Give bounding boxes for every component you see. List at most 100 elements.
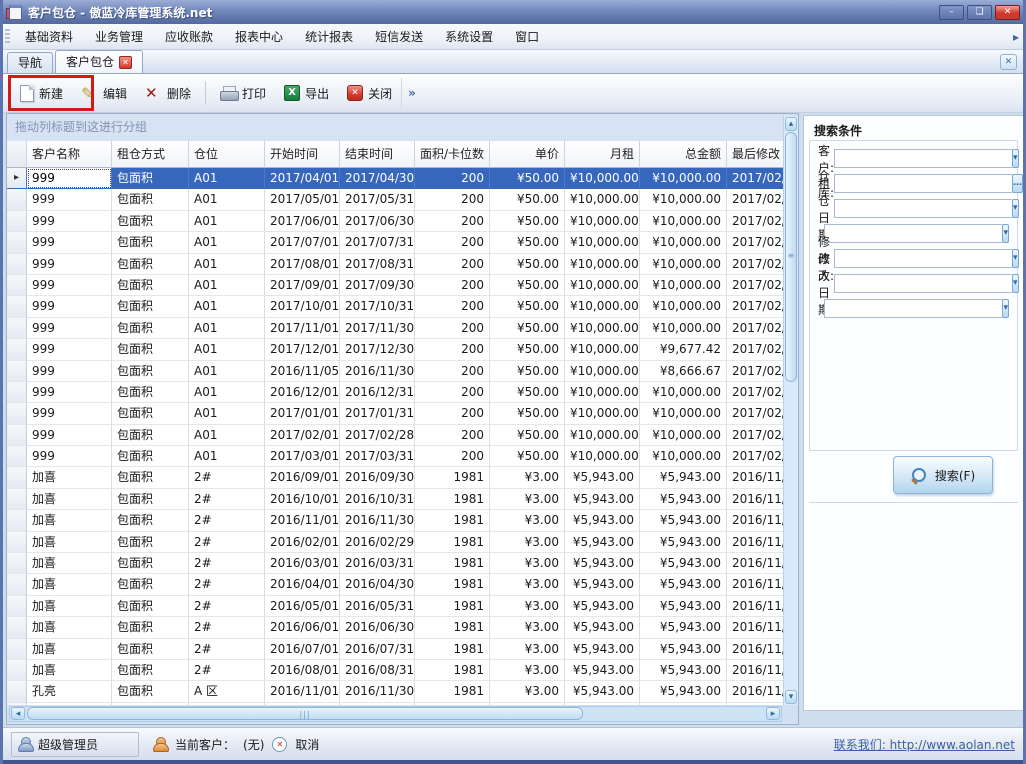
column-header-0[interactable]: 客户名称: [27, 141, 112, 168]
table-row[interactable]: 加喜包面积2#2016/11/012016/11/301981¥3.00¥5,9…: [7, 510, 783, 531]
search-field-input-2[interactable]: [834, 199, 1012, 218]
table-row[interactable]: 加喜包面积2#2016/07/012016/07/311981¥3.00¥5,9…: [7, 639, 783, 660]
table-row[interactable]: 999包面积A012017/08/012017/08/31200¥50.00¥1…: [7, 254, 783, 275]
toolbar-button-5[interactable]: ✕关闭: [338, 81, 401, 106]
table-cell: ¥5,943.00: [565, 467, 640, 488]
table-row[interactable]: 999包面积A012017/12/012017/12/30200¥50.00¥1…: [7, 339, 783, 360]
tab-1[interactable]: 客户包仓✕: [55, 50, 143, 73]
menu-item-1[interactable]: 业务管理: [84, 27, 154, 47]
dropdown-button[interactable]: ▾: [1012, 199, 1019, 218]
table-row[interactable]: 加喜包面积2#2016/03/012016/03/311981¥3.00¥5,9…: [7, 553, 783, 574]
menu-item-2[interactable]: 应收账款: [154, 27, 224, 47]
table-row[interactable]: 999包面积A012017/01/012017/01/31200¥50.00¥1…: [7, 403, 783, 424]
table-cell: 999: [27, 339, 112, 360]
close-button[interactable]: ✕: [995, 5, 1020, 20]
table-cell: 1981: [415, 681, 490, 702]
column-header-1[interactable]: 租仓方式: [112, 141, 189, 168]
search-field-input-1[interactable]: [834, 174, 1012, 193]
table-row[interactable]: 999包面积A012017/02/012017/02/28200¥50.00¥1…: [7, 425, 783, 446]
table-row[interactable]: 加喜包面积2#2016/10/012016/10/311981¥3.00¥5,9…: [7, 489, 783, 510]
table-row[interactable]: 999包面积A012017/09/012017/09/30200¥50.00¥1…: [7, 275, 783, 296]
toolbar-button-1[interactable]: ✎编辑: [72, 81, 136, 106]
table-cell: ¥10,000.00: [565, 403, 640, 424]
dropdown-button[interactable]: ▾: [1002, 299, 1009, 318]
table-cell: 2016/03/31: [340, 553, 415, 574]
panel-close-icon[interactable]: ✕: [1000, 54, 1017, 70]
group-by-panel[interactable]: 拖动列标题到这进行分组: [7, 114, 783, 141]
menu-item-3[interactable]: 报表中心: [224, 27, 294, 47]
table-row[interactable]: 加喜包面积2#2016/02/012016/02/291981¥3.00¥5,9…: [7, 532, 783, 553]
table-row[interactable]: 999包面积A012017/03/012017/03/31200¥50.00¥1…: [7, 446, 783, 467]
column-header-5[interactable]: 面积/卡位数: [415, 141, 490, 168]
vertical-scrollbar[interactable]: ▴ ≡ ▾: [783, 116, 798, 705]
toolbar-button-4[interactable]: X导出: [275, 81, 338, 106]
table-cell: 2017/01/01: [265, 403, 340, 424]
cancel-icon[interactable]: ✕: [272, 737, 287, 752]
table-row[interactable]: 999包面积A012017/11/012017/11/30200¥50.00¥1…: [7, 318, 783, 339]
table-row[interactable]: 孔亮包面积A 区2016/12/012016/12/011981¥3.00¥5,…: [7, 703, 783, 705]
column-header-4[interactable]: 结束时间: [340, 141, 415, 168]
search-button[interactable]: 搜索(F): [893, 456, 993, 494]
column-header-9[interactable]: 最后修改: [727, 141, 783, 168]
table-row[interactable]: 999包面积A012016/12/012016/12/31200¥50.00¥1…: [7, 382, 783, 403]
table-cell: A 区: [189, 681, 265, 702]
search-field-input-4[interactable]: [834, 249, 1012, 268]
table-cell: 999: [27, 189, 112, 210]
dropdown-button[interactable]: ▾: [1002, 224, 1009, 243]
table-row[interactable]: 加喜包面积2#2016/06/012016/06/301981¥3.00¥5,9…: [7, 617, 783, 638]
search-field-input-6[interactable]: [824, 299, 1002, 318]
table-cell: ¥5,943.00: [640, 574, 727, 595]
menu-item-7[interactable]: 窗口: [504, 27, 550, 47]
table-cell: 2017/05/31: [340, 189, 415, 210]
scroll-right-icon[interactable]: ▸: [766, 707, 780, 720]
table-cell: 2017/12/01: [265, 339, 340, 360]
toolbar-button-2[interactable]: ✕删除: [136, 81, 200, 106]
ellipsis-button[interactable]: …: [1012, 174, 1023, 193]
contact-link[interactable]: 联系我们: http://www.aolan.net: [834, 736, 1015, 753]
dropdown-button[interactable]: ▾: [1012, 249, 1019, 268]
maximize-button[interactable]: ❑: [967, 5, 992, 20]
menu-overflow-icon[interactable]: ▸: [1013, 30, 1019, 44]
table-row[interactable]: ▸999包面积A012017/04/012017/04/30200¥50.00¥…: [7, 168, 783, 189]
tab-0[interactable]: 导航: [7, 52, 53, 73]
column-header-6[interactable]: 单价: [490, 141, 565, 168]
scroll-up-icon[interactable]: ▴: [785, 117, 797, 131]
tab-close-icon[interactable]: ✕: [119, 56, 132, 69]
menu-item-4[interactable]: 统计报表: [294, 27, 364, 47]
horizontal-scrollbar[interactable]: ◂ ||| ▸: [9, 706, 782, 722]
menu-item-6[interactable]: 系统设置: [434, 27, 504, 47]
table-row[interactable]: 999包面积A012017/07/012017/07/31200¥50.00¥1…: [7, 232, 783, 253]
toolbar-overflow-icon[interactable]: »: [401, 78, 422, 108]
search-field-input-5[interactable]: [834, 274, 1012, 293]
table-cell: 包面积: [112, 168, 189, 189]
table-row[interactable]: 加喜包面积2#2016/04/012016/04/301981¥3.00¥5,9…: [7, 574, 783, 595]
table-row[interactable]: 加喜包面积2#2016/09/012016/09/301981¥3.00¥5,9…: [7, 467, 783, 488]
dropdown-button[interactable]: ▾: [1012, 149, 1019, 168]
table-row[interactable]: 999包面积A012016/11/052016/11/30200¥50.00¥1…: [7, 361, 783, 382]
menu-item-0[interactable]: 基础资料: [14, 27, 84, 47]
search-field-input-3[interactable]: [824, 224, 1002, 243]
toolbar-button-3[interactable]: 打印: [211, 81, 275, 106]
minimize-button[interactable]: –: [939, 5, 964, 20]
cancel-label[interactable]: 取消: [295, 736, 319, 753]
row-indicator: [7, 532, 27, 553]
table-row[interactable]: 999包面积A012017/06/012017/06/30200¥50.00¥1…: [7, 211, 783, 232]
window-title: 客户包仓 - 傲蓝冷库管理系统.net: [28, 4, 212, 21]
table-row[interactable]: 加喜包面积2#2016/08/012016/08/311981¥3.00¥5,9…: [7, 660, 783, 681]
scroll-left-icon[interactable]: ◂: [11, 707, 25, 720]
horizontal-scroll-thumb[interactable]: |||: [27, 707, 583, 720]
vertical-scroll-thumb[interactable]: ≡: [785, 132, 797, 382]
table-row[interactable]: 加喜包面积2#2016/05/012016/05/311981¥3.00¥5,9…: [7, 596, 783, 617]
search-field-input-0[interactable]: [834, 149, 1012, 168]
menu-item-5[interactable]: 短信发送: [364, 27, 434, 47]
column-header-8[interactable]: 总金额: [640, 141, 727, 168]
table-row[interactable]: 孔亮包面积A 区2016/11/012016/11/301981¥3.00¥5,…: [7, 681, 783, 702]
column-header-7[interactable]: 月租: [565, 141, 640, 168]
table-row[interactable]: 999包面积A012017/10/012017/10/31200¥50.00¥1…: [7, 296, 783, 317]
table-row[interactable]: 999包面积A012017/05/012017/05/31200¥50.00¥1…: [7, 189, 783, 210]
dropdown-button[interactable]: ▾: [1012, 274, 1019, 293]
toolbar-button-0[interactable]: 新建: [11, 81, 72, 106]
column-header-3[interactable]: 开始时间: [265, 141, 340, 168]
column-header-2[interactable]: 仓位: [189, 141, 265, 168]
scroll-down-icon[interactable]: ▾: [785, 690, 797, 704]
